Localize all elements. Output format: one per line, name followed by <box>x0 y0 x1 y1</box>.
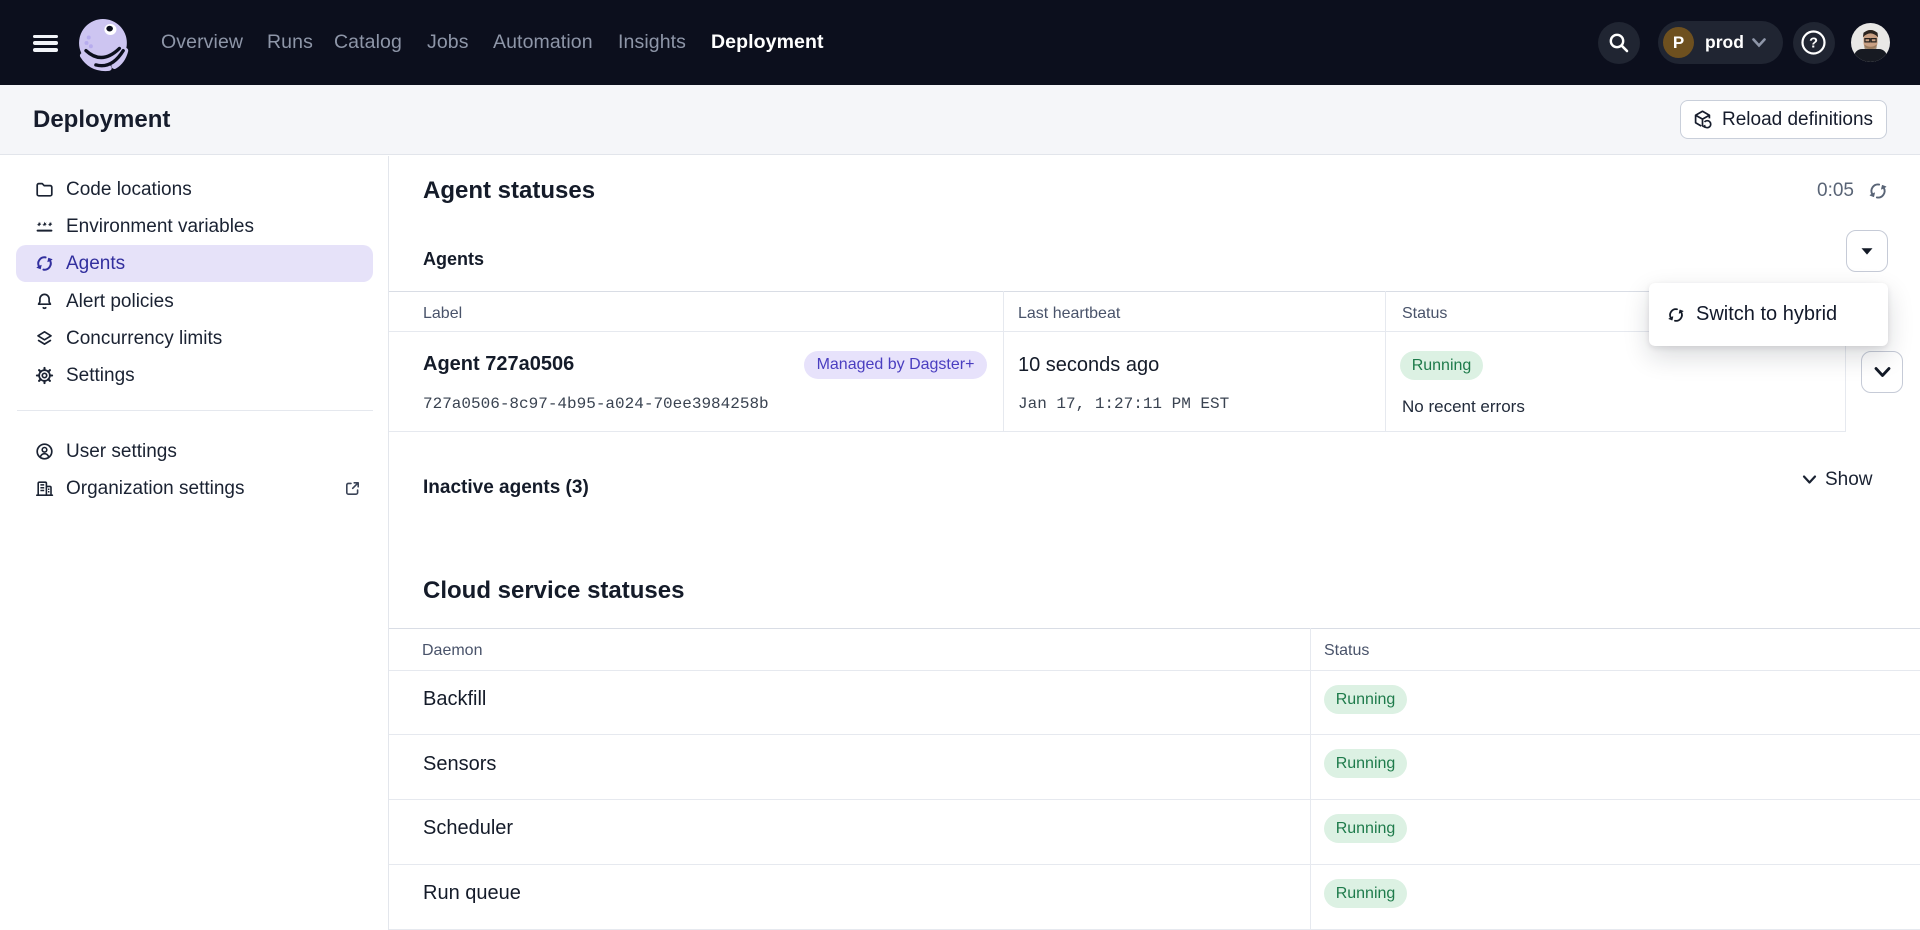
svg-text:?: ? <box>1809 36 1818 52</box>
